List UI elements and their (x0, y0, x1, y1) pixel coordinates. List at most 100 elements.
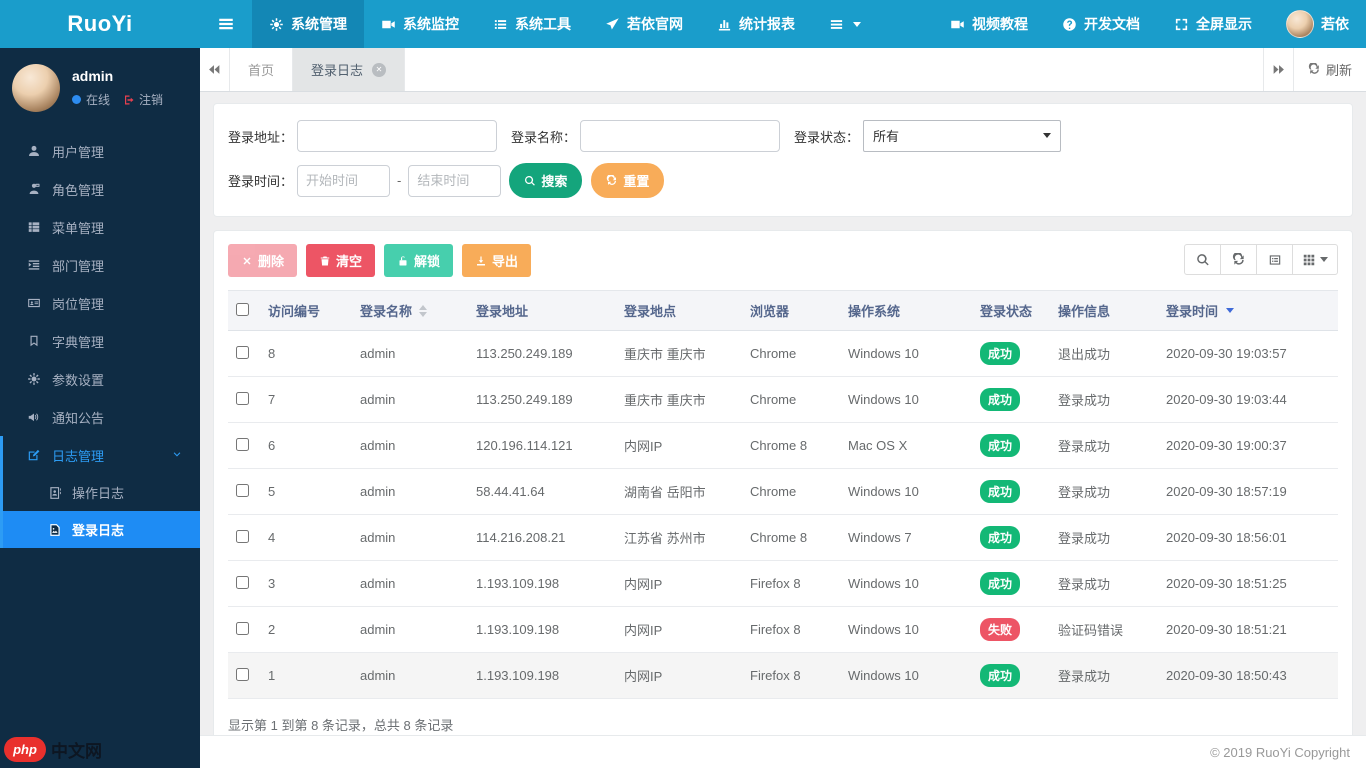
logout-link[interactable]: 注销 (123, 91, 163, 108)
cell-os: Mac OS X (840, 422, 972, 469)
sidebar-item-dict-management[interactable]: 字典管理 (0, 322, 200, 360)
sidebar-toggle-button[interactable] (200, 0, 252, 48)
nav-icon (1062, 17, 1077, 32)
user-avatar[interactable] (12, 64, 60, 112)
row-checkbox[interactable] (236, 345, 249, 359)
row-checkbox[interactable] (236, 391, 249, 405)
tab-strip: 首页 登录日志 刷新 (200, 48, 1366, 92)
refresh-icon (1308, 63, 1321, 76)
topnav-item-system-management[interactable]: 系统管理 (252, 0, 364, 48)
login-name-input[interactable] (580, 120, 781, 152)
select-all-checkbox[interactable] (236, 302, 249, 316)
sidebar-item-param-settings[interactable]: 参数设置 (0, 360, 200, 398)
sidebar-item-dept-management[interactable]: 部门管理 (0, 246, 200, 284)
row-checkbox[interactable] (236, 667, 249, 681)
refresh-tab-button[interactable]: 刷新 (1292, 48, 1366, 91)
sidebar-item-log-management[interactable]: 日志管理 (3, 436, 200, 474)
topnav-item-video-tutorial[interactable]: 视频教程 (933, 0, 1045, 48)
export-button[interactable]: 导出 (462, 244, 532, 277)
show-search-button[interactable] (1184, 244, 1221, 275)
tab-login-log[interactable]: 登录日志 (293, 48, 406, 91)
cell-os: Windows 10 (840, 468, 972, 515)
tab-close-icon[interactable] (372, 62, 387, 77)
row-checkbox[interactable] (236, 483, 249, 497)
cell-info-id: 1 (260, 652, 352, 699)
table-toolbar: 删除 清空 解锁 导出 (228, 244, 1338, 277)
start-time-input[interactable] (297, 164, 391, 197)
topnav-item-dev-docs[interactable]: 开发文档 (1045, 0, 1157, 48)
toggle-view-button[interactable] (1256, 244, 1293, 275)
row-checkbox[interactable] (236, 621, 249, 635)
unlock-icon (397, 255, 409, 267)
cell-login-name: admin (352, 468, 468, 515)
cell-browser: Chrome (742, 376, 840, 423)
cell-info-id: 7 (260, 376, 352, 423)
double-chevron-left-icon (208, 63, 221, 76)
topnav-item-statistics-report[interactable]: 统计报表 (700, 0, 812, 48)
login-status-select[interactable]: 所有 (863, 120, 1062, 152)
sidebar-item-notice[interactable]: 通知公告 (0, 398, 200, 436)
cell-info-id: 5 (260, 468, 352, 515)
cell-os: Windows 10 (840, 560, 972, 607)
sidebar-item-operation-log[interactable]: 操作日志 (3, 474, 200, 511)
topnav-item-fullscreen[interactable]: 全屏显示 (1157, 0, 1269, 48)
search-button[interactable]: 搜索 (509, 163, 583, 198)
cell-message: 登录成功 (1050, 376, 1158, 423)
sort-desc-icon[interactable] (1226, 308, 1235, 313)
column-header[interactable]: 登录名称 (352, 290, 468, 331)
cell-login-location: 重庆市 重庆市 (616, 330, 742, 377)
tabs-scroll-left-button[interactable] (200, 48, 230, 91)
time-range-separator: - (397, 173, 402, 188)
reset-button[interactable]: 重置 (591, 163, 665, 198)
delete-button[interactable]: 删除 (228, 244, 298, 277)
status-badge: 成功 (980, 526, 1021, 549)
sidebar-item-post-management[interactable]: 岗位管理 (0, 284, 200, 322)
column-header[interactable]: 访问编号 (260, 290, 352, 331)
cell-login-address: 120.196.114.121 (468, 422, 616, 469)
main-area: 首页 登录日志 刷新 登录地址： 登录名称： (200, 48, 1366, 768)
table-row: 6 admin 120.196.114.121 内网IP Chrome 8 Ma… (228, 422, 1338, 469)
clean-button[interactable]: 清空 (306, 244, 376, 277)
login-addr-input[interactable] (297, 120, 498, 152)
copyright-text: © 2019 RuoYi Copyright (1210, 744, 1350, 760)
cell-browser: Firefox 8 (742, 652, 840, 699)
table-row: 1 admin 1.193.109.198 内网IP Firefox 8 Win… (228, 652, 1338, 699)
column-header[interactable]: 浏览器 (742, 290, 840, 331)
cell-info-id: 2 (260, 606, 352, 653)
column-header[interactable]: 登录时间 (1158, 290, 1338, 331)
cell-os: Windows 10 (840, 330, 972, 377)
sidebar-item-login-log[interactable]: 登录日志 (3, 511, 200, 548)
topnav-item-system-tools[interactable]: 系统工具 (476, 0, 588, 48)
cell-login-time: 2020-09-30 18:51:25 (1158, 560, 1338, 607)
columns-button[interactable] (1292, 244, 1338, 275)
sidebar-item-user-management[interactable]: 用户管理 (0, 132, 200, 170)
column-header[interactable]: 操作信息 (1050, 290, 1158, 331)
cell-login-location: 湖南省 岳阳市 (616, 468, 742, 515)
tabs-scroll-right-button[interactable] (1262, 48, 1293, 91)
sidebar-group-log-management: 日志管理 操作日志 登录日志 (0, 436, 200, 548)
topnav-item-system-monitor[interactable]: 系统监控 (364, 0, 476, 48)
sort-icons[interactable] (419, 304, 428, 317)
column-header[interactable]: 登录状态 (972, 290, 1050, 331)
sidebar-item-role-management[interactable]: 角色管理 (0, 170, 200, 208)
cell-message: 登录成功 (1050, 514, 1158, 561)
status-badge: 成功 (980, 572, 1021, 595)
row-checkbox[interactable] (236, 575, 249, 589)
refresh-table-button[interactable] (1220, 244, 1257, 275)
unlock-button[interactable]: 解锁 (384, 244, 454, 277)
column-header[interactable]: 登录地点 (616, 290, 742, 331)
sidebar-item-menu-management[interactable]: 菜单管理 (0, 208, 200, 246)
end-time-input[interactable] (408, 164, 502, 197)
topnav-item-ruoyi-website[interactable]: 若依官网 (588, 0, 700, 48)
column-header[interactable]: 登录地址 (468, 290, 616, 331)
menu-icon (27, 334, 41, 348)
user-name: admin (72, 68, 114, 84)
column-header[interactable]: 操作系统 (840, 290, 972, 331)
cell-login-address: 114.216.208.21 (468, 514, 616, 561)
topnav-item-more-menu[interactable] (812, 0, 878, 48)
row-checkbox[interactable] (236, 437, 249, 451)
topnav-item-profile[interactable]: 若依 (1269, 0, 1366, 48)
row-checkbox[interactable] (236, 529, 249, 543)
cell-login-location: 内网IP (616, 606, 742, 653)
tab-home[interactable]: 首页 (230, 48, 294, 91)
